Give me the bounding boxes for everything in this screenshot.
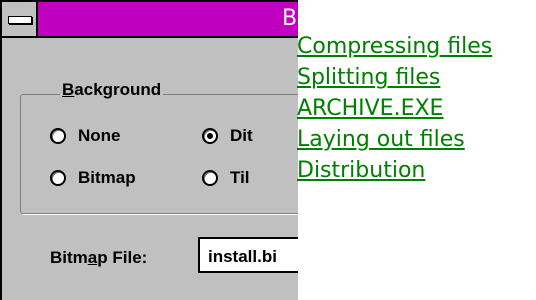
radio-tile-indicator (202, 170, 218, 186)
bitmap-label-end: p File: (97, 248, 148, 267)
link-laying-out-files[interactable]: Laying out files (297, 124, 492, 155)
radio-dither-indicator (202, 128, 218, 144)
title-bar: B (2, 2, 298, 38)
radio-none-indicator (50, 128, 66, 144)
topic-links: Compressing files Splitting files ARCHIV… (297, 31, 492, 186)
radio-tile-label: Til (230, 168, 250, 187)
radio-tile[interactable]: Til (202, 168, 250, 188)
background-groupbox (20, 94, 298, 214)
bitmap-label-accel: a (87, 248, 98, 267)
bitmap-file-input[interactable]: install.bi (198, 237, 298, 273)
bitmap-label-start: Bitm (50, 248, 88, 267)
bitmap-file-label: Bitmap File: (50, 248, 147, 268)
radio-dither-label: Dit (230, 126, 253, 145)
link-splitting-files[interactable]: Splitting files (297, 62, 492, 93)
radio-none[interactable]: None (50, 126, 121, 146)
system-menu-button[interactable] (2, 2, 38, 36)
window-title: B (282, 6, 298, 31)
radio-none-label: None (78, 126, 121, 145)
link-compressing-files[interactable]: Compressing files (297, 31, 492, 62)
radio-bitmap-indicator (50, 170, 66, 186)
setup-dialog: B Background None Bitmap Dit Til Bitmap … (0, 0, 298, 300)
background-accel-letter: B (62, 80, 75, 99)
radio-bitmap-label: Bitmap (78, 168, 136, 187)
link-distribution[interactable]: Distribution (297, 155, 492, 186)
radio-dither[interactable]: Dit (202, 126, 253, 146)
radio-bitmap[interactable]: Bitmap (50, 168, 136, 188)
background-label-rest: ackground (74, 80, 162, 99)
link-archive-exe[interactable]: ARCHIVE.EXE (297, 93, 492, 124)
system-menu-icon (8, 16, 32, 24)
background-group-label: Background (60, 80, 164, 100)
